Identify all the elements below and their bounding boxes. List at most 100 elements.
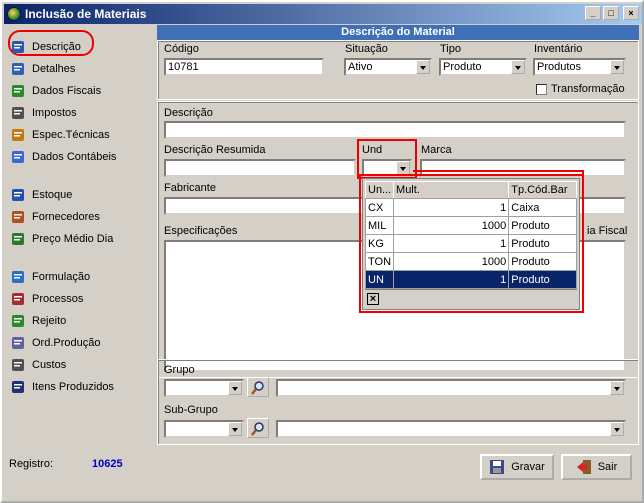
dollar-icon [10, 83, 26, 99]
sidebar-item-pre-o-m-dio-dia[interactable]: Preço Médio Dia [10, 230, 113, 248]
sidebar-item-label: Fornecedores [32, 211, 100, 223]
marca-label: Marca [421, 144, 452, 156]
und-highlight [357, 139, 417, 179]
exit-button[interactable]: Sair [561, 454, 632, 480]
accounting-icon [10, 149, 26, 165]
transformacao-label: Transformação [551, 83, 625, 95]
inventario-label: Inventário [534, 43, 583, 55]
recycle-icon [10, 313, 26, 329]
sidebar-item-formula-o[interactable]: Formulação [10, 268, 90, 286]
tipo-value: Produto [443, 61, 482, 73]
document-icon [10, 39, 26, 55]
subgrupo-search-button[interactable] [247, 418, 269, 438]
sidebar-item-dados-cont-beis[interactable]: Dados Contábeis [10, 148, 116, 166]
sidebar-item-fornecedores[interactable]: Fornecedores [10, 208, 100, 226]
grupo-search-button[interactable] [247, 377, 269, 397]
gears-icon [10, 291, 26, 307]
magnifier-icon [251, 381, 264, 395]
close-button[interactable]: × [623, 6, 639, 20]
sidebar-item-ord-produ-o[interactable]: Ord.Produção [10, 334, 100, 352]
descricao-resumida-label: Descrição Resumida [164, 144, 266, 156]
descricao-input[interactable] [164, 121, 626, 139]
grupo-description-select[interactable] [276, 379, 626, 397]
chevron-down-icon[interactable] [610, 422, 624, 436]
sidebar-item-label: Dados Contábeis [32, 151, 117, 163]
grid-highlight [359, 174, 584, 313]
sidebar-item-custos[interactable]: Custos [10, 356, 66, 374]
app-icon [7, 7, 21, 21]
sidebar-item-label: Ord.Produção [32, 337, 101, 349]
sidebar-item-label: Preço Médio Dia [32, 233, 114, 245]
maximize-button[interactable]: □ [603, 6, 619, 20]
exit-label: Sair [597, 461, 618, 473]
sidebar-item-label: Espec.Técnicas [32, 129, 110, 141]
sidebar-item-detalhes[interactable]: Detalhes [10, 60, 75, 78]
section-header: Descrição do Material [157, 25, 639, 40]
magnifier-icon [251, 422, 264, 436]
codigo-label: Código [164, 43, 199, 55]
details-list-icon [10, 61, 26, 77]
chevron-down-icon[interactable] [511, 60, 525, 74]
grupo-label: Grupo [164, 364, 195, 376]
sidebar-item-label: Dados Fiscais [32, 85, 102, 97]
calculator-icon [10, 105, 26, 121]
situacao-label: Situação [345, 43, 388, 55]
list-icon [10, 379, 26, 395]
descricao-resumida-input[interactable] [164, 159, 356, 177]
users-icon [10, 209, 26, 225]
subgrupo-description-select[interactable] [276, 420, 626, 438]
chevron-down-icon[interactable] [610, 60, 624, 74]
subgrupo-select[interactable] [164, 420, 244, 438]
sidebar-item-descri-o[interactable]: Descrição [10, 38, 81, 56]
especificacoes-label: Especificações [164, 225, 238, 237]
save-button[interactable]: Gravar [480, 454, 554, 480]
sidebar-item-rejeito[interactable]: Rejeito [10, 312, 66, 330]
grupo-select[interactable] [164, 379, 244, 397]
chevron-down-icon[interactable] [610, 381, 624, 395]
sidebar-item-estoque[interactable]: Estoque [10, 186, 72, 204]
sidebar-item-dados-fiscais[interactable]: Dados Fiscais [10, 82, 101, 100]
bar-chart-icon [10, 187, 26, 203]
sidebar-item-processos[interactable]: Processos [10, 290, 83, 308]
sidebar-item-label: Estoque [32, 189, 73, 201]
descricao-label: Descrição [164, 107, 213, 119]
sidebar-item-label: Formulação [32, 271, 91, 283]
sidebar-item-label: Descrição [32, 41, 81, 53]
inventario-value: Produtos [537, 61, 582, 73]
price-icon [10, 231, 26, 247]
clipboard-icon [10, 335, 26, 351]
sidebar-item-label: Detalhes [32, 63, 76, 75]
sidebar-item-itens-produzidos[interactable]: Itens Produzidos [10, 378, 114, 396]
exit-icon [576, 460, 591, 474]
window-title: Inclusão de Materiais [25, 7, 147, 21]
sidebar-item-label: Custos [32, 359, 67, 371]
calculator-icon [10, 357, 26, 373]
minimize-button[interactable]: _ [585, 6, 601, 20]
situacao-select[interactable]: Ativo [344, 58, 432, 76]
inventario-select[interactable]: Produtos [533, 58, 626, 76]
chevron-down-icon[interactable] [228, 381, 242, 395]
sidebar-item-label: Impostos [32, 107, 77, 119]
chevron-down-icon[interactable] [416, 60, 430, 74]
save-label: Gravar [511, 461, 545, 473]
registro-label: Registro: [9, 458, 54, 470]
transformacao-checkbox[interactable] [536, 84, 547, 95]
title-bar: Inclusão de Materiais _ □ × [4, 4, 642, 24]
chevron-down-icon[interactable] [228, 422, 242, 436]
floppy-disk-icon [490, 460, 505, 474]
codigo-input[interactable]: 10781 [164, 58, 324, 76]
fabricante-label: Fabricante [164, 182, 216, 194]
sidebar-item-label: Rejeito [32, 315, 67, 327]
situacao-value: Ativo [348, 61, 373, 73]
tipo-label: Tipo [440, 43, 461, 55]
tipo-select[interactable]: Produto [439, 58, 527, 76]
sidebar-item-espec-t-cnicas[interactable]: Espec.Técnicas [10, 126, 110, 144]
sidebar-item-impostos[interactable]: Impostos [10, 104, 77, 122]
tech-spec-icon [10, 127, 26, 143]
registro-value: 10625 [92, 458, 123, 470]
subgrupo-label: Sub-Grupo [164, 404, 218, 416]
sidebar-item-label: Itens Produzidos [32, 381, 114, 393]
flask-icon [10, 269, 26, 285]
fiscal-label: ia Fiscal [587, 225, 628, 237]
sidebar-item-label: Processos [32, 293, 84, 305]
